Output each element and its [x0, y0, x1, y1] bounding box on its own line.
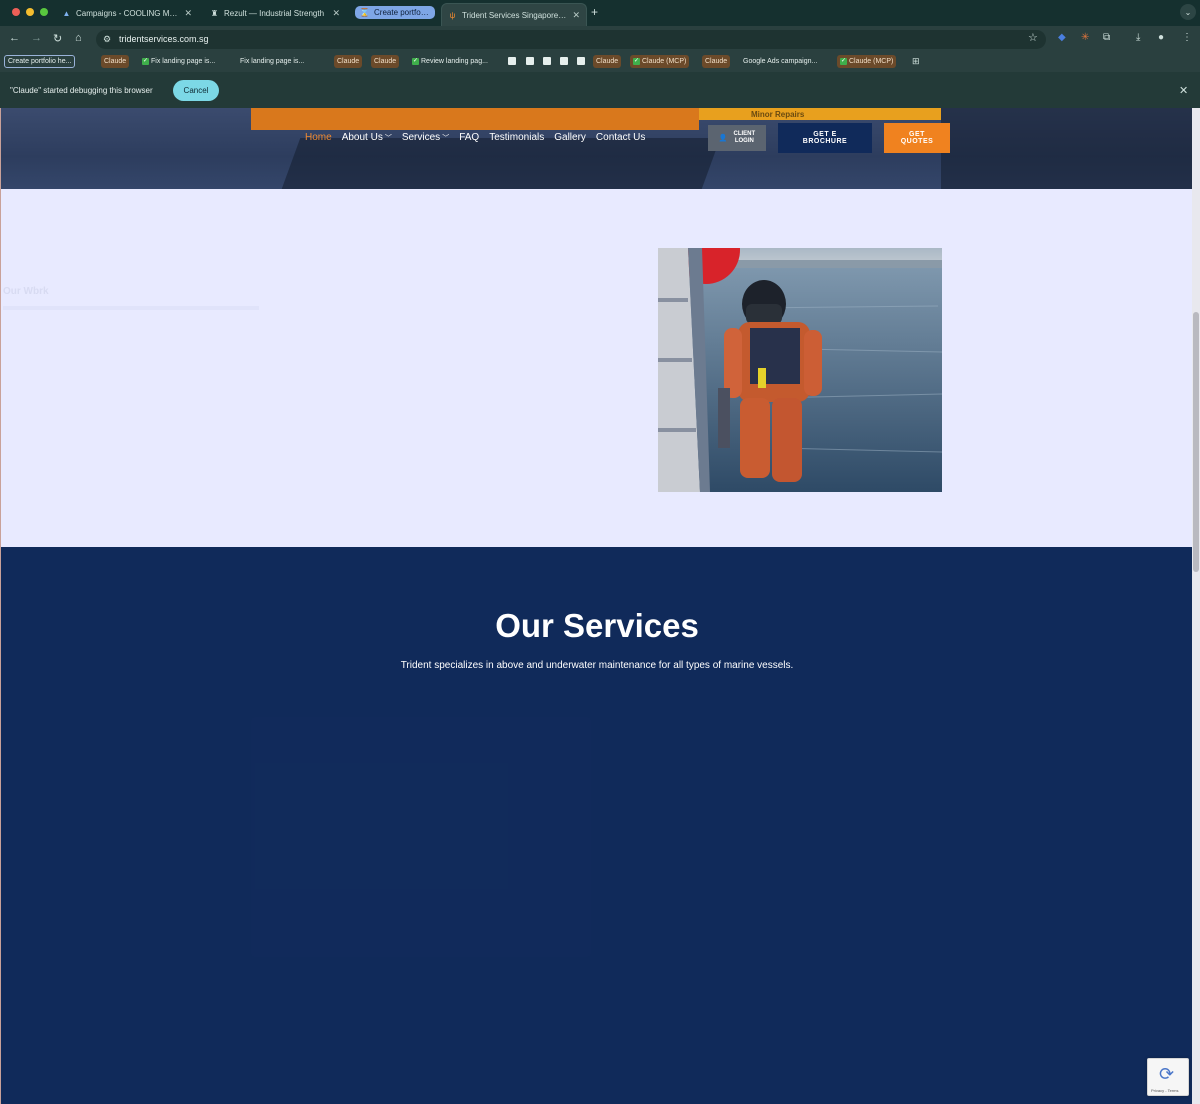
bookmark-item[interactable]: ✓ Claude (MCP) — [630, 55, 690, 68]
rezult-icon: ♜ — [210, 8, 219, 18]
bookmark-item[interactable]: Claude — [702, 55, 731, 68]
site-info-icon[interactable]: ⚙ — [103, 34, 111, 45]
nav-faq[interactable]: FAQ — [459, 132, 479, 143]
get-quotes-button[interactable]: GET QUOTES — [884, 123, 950, 153]
address-bar-row: ← → ↻ ⌂ ⚙ tridentservices.com.sg — [0, 26, 1200, 52]
checkbox-icon: ✓ — [142, 58, 149, 65]
hero-background-structure — [941, 108, 1192, 189]
nav-about[interactable]: About Us ﹀ — [342, 132, 392, 143]
bookmark-favicon-icon[interactable] — [543, 57, 551, 65]
bookmarks-apps-icon[interactable]: ⊞ — [912, 56, 920, 67]
extension-blue-icon[interactable]: ◆ — [1058, 32, 1066, 43]
nav-contact[interactable]: Contact Us — [596, 132, 645, 143]
checkbox-icon: ✓ — [412, 58, 419, 65]
bookmark-item[interactable]: Claude — [593, 55, 622, 68]
debugging-infobar: "Claude" started debugging this browser … — [0, 72, 1200, 108]
hourglass-icon: ⌛ — [359, 8, 370, 17]
google-ads-icon: ▲ — [62, 8, 71, 18]
quotes-label: GET QUOTES — [900, 131, 934, 145]
scrollbar-thumb[interactable] — [1193, 312, 1199, 572]
url-field[interactable]: ⚙ tridentservices.com.sg — [96, 30, 1046, 49]
browser-tab-bar: ▲ Campaigns - COOLING MON ✕ ♜ Rezult — I… — [0, 0, 1200, 26]
chevron-down-icon: ﹀ — [384, 135, 392, 142]
recaptcha-icon: ⟳ — [1159, 1064, 1175, 1084]
bookmark-item[interactable]: ✓ Review landing pag... — [409, 55, 491, 68]
bookmark-item[interactable]: Claude — [371, 55, 400, 68]
bookmark-item[interactable]: Google Ads campaign... — [740, 55, 820, 68]
close-icon[interactable]: ✕ — [184, 8, 192, 19]
close-window-button[interactable] — [12, 8, 20, 16]
service-card-placeholder — [251, 717, 591, 957]
bookmark-item[interactable]: Create portfolio he... — [4, 55, 76, 68]
home-icon[interactable]: ⌂ — [75, 32, 82, 44]
nav-testimonials[interactable]: Testimonials — [489, 132, 544, 143]
close-icon[interactable]: ✕ — [572, 10, 580, 21]
download-icon[interactable]: ⤓ — [1136, 32, 1140, 43]
reload-icon[interactable]: ↻ — [53, 32, 62, 45]
bookmark-star-icon[interactable]: ☆ — [1028, 31, 1038, 44]
forward-icon[interactable]: → — [31, 32, 42, 44]
faded-heading: Our Wbrk — [3, 286, 49, 297]
nav-home[interactable]: Home — [305, 132, 332, 143]
banner-text: Minor Repairs — [751, 110, 805, 119]
bookmarks-bar: Create portfolio he... Claude ✓ Fix landi… — [0, 52, 1200, 72]
back-icon[interactable]: ← — [9, 32, 20, 44]
main-nav: Home About Us ﹀ Services ﹀ FAQ Testimonial… — [305, 132, 645, 143]
chevron-down-icon: ﹀ — [442, 135, 450, 142]
checkbox-icon: ✓ — [633, 58, 640, 65]
page-scrollbar[interactable] — [1192, 108, 1200, 1104]
recaptcha-text[interactable]: Privacy - Terms — [1151, 1088, 1178, 1093]
bookmark-item[interactable]: Claude — [334, 55, 363, 68]
maximize-window-button[interactable] — [40, 8, 48, 16]
tab-search-button[interactable]: ⌄ — [1180, 4, 1196, 20]
get-brochure-button[interactable]: GET E BROCHURE — [778, 123, 872, 153]
cancel-debugging-button[interactable]: Cancel — [173, 80, 219, 101]
url-text[interactable]: tridentservices.com.sg — [119, 34, 209, 44]
banner-yellow: Minor Repairs — [699, 108, 941, 120]
hero-background-structure — [281, 138, 721, 189]
header-hero: Minor Repairs Home About Us ﹀ Services ﹀ F… — [1, 108, 1192, 189]
bookmark-favicon-icon[interactable] — [577, 57, 585, 65]
claude-extension-icon[interactable]: ✳ — [1081, 32, 1089, 43]
close-icon[interactable]: ✕ — [332, 8, 340, 19]
bookmark-favicon-icon[interactable] — [560, 57, 568, 65]
website-viewport: Minor Repairs Home About Us ﹀ Services ﹀ F… — [0, 108, 1192, 1104]
tab-create-portfolio[interactable]: ⌛ Create portfolio h — [355, 6, 435, 19]
user-icon: 👤 — [718, 134, 728, 142]
checkbox-icon: ✓ — [840, 58, 847, 65]
nav-services[interactable]: Services ﹀ — [402, 132, 449, 143]
services-subtitle: Trident specializes in above and underwa… — [400, 660, 794, 671]
recaptcha-badge[interactable]: ⟳ Privacy - Terms — [1147, 1058, 1189, 1096]
trident-icon: ψ — [449, 10, 456, 20]
bookmark-item[interactable]: ✓ Fix landing page is... — [139, 55, 218, 68]
our-services-section: Our Services Trident specializes in abov… — [1, 547, 1192, 1104]
debugging-message: "Claude" started debugging this browser — [10, 86, 153, 95]
extensions-puzzle-icon[interactable]: ⧉ — [1103, 32, 1110, 43]
bookmark-item[interactable]: ✓ Claude (MCP) — [837, 55, 897, 68]
close-icon[interactable]: ✕ — [1179, 84, 1188, 97]
services-title: Our Services — [495, 607, 699, 644]
diver-photo — [658, 248, 942, 492]
nav-gallery[interactable]: Gallery — [554, 132, 586, 143]
new-tab-button[interactable]: + — [591, 5, 598, 19]
diver-illustration — [658, 248, 942, 492]
faded-text-line — [3, 306, 259, 310]
bookmark-favicon-icon[interactable] — [526, 57, 534, 65]
tab-rezult[interactable]: ♜ Rezult — Industrial Strength ✕ — [204, 4, 346, 22]
bookmark-item[interactable]: Claude — [101, 55, 130, 68]
minimize-window-button[interactable] — [26, 8, 34, 16]
browser-menu-icon[interactable]: ⋮ — [1182, 32, 1192, 43]
tab-trident-services[interactable]: ψ Trident Services Singapore m ✕ — [441, 3, 587, 26]
brochure-label: GET E BROCHURE — [802, 131, 848, 145]
banner-orange — [251, 108, 699, 130]
client-login-label: CLIENT LOGIN — [733, 131, 756, 144]
profile-avatar-icon[interactable]: ● — [1158, 32, 1164, 43]
client-login-button[interactable]: 👤 CLIENT LOGIN — [708, 125, 766, 151]
tab-campaigns[interactable]: ▲ Campaigns - COOLING MON ✕ — [56, 4, 198, 22]
bookmark-favicon-icon[interactable] — [508, 57, 516, 65]
bookmark-item[interactable]: Fix landing page is... — [237, 55, 307, 68]
